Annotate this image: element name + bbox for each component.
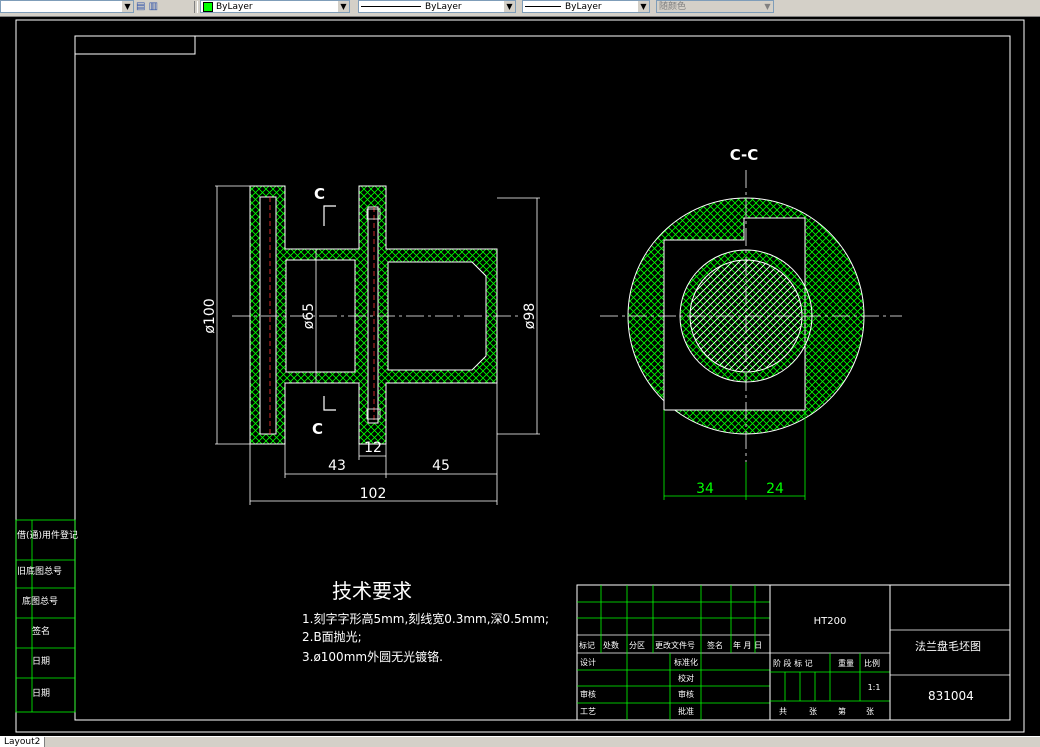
row-design: 设计 (580, 657, 596, 667)
sheet-1: 共 (779, 707, 787, 716)
dim-24: 24 (766, 481, 784, 497)
chevron-down-icon: ▼ (638, 1, 649, 12)
color-value: ByLayer (216, 2, 253, 12)
strip-label-1: 借(通)用件登记 (17, 529, 78, 541)
dim-d65: ø65 (301, 303, 317, 329)
layer-dropdown[interactable]: ▼ (0, 0, 134, 13)
chevron-down-icon: ▼ (762, 1, 773, 12)
stage-header: 阶 段 标 记 (773, 658, 813, 668)
rev-header-1: 标记 (579, 640, 595, 650)
section-cut-arrow-top (323, 205, 336, 226)
rev-header-2: 处数 (603, 640, 619, 650)
rev-header-4: 更改文件号 (655, 640, 695, 650)
plotstyle-dropdown: 随颜色 ▼ (656, 0, 774, 13)
title-block: 标记 处数 分区 更改文件号 签名 年 月 日 设计 标准化 校对 审核 审核 … (576, 584, 1011, 721)
rev-header-5: 签名 (707, 640, 723, 650)
part-name: 法兰盘毛坯图 (915, 639, 981, 653)
layout-tabs-bar: Layout2 (0, 736, 1040, 747)
technical-requirements: 技术要求 1.刻字字形高5mm,刻线宽0.3mm,深0.5mm; 2.B面抛光;… (302, 579, 549, 664)
dim-34: 34 (696, 481, 714, 497)
linetype-dropdown[interactable]: ByLayer ▼ (358, 0, 516, 13)
strip-label-2: 旧底图总号 (17, 565, 62, 577)
lineweight-sample (525, 6, 561, 7)
toolbar-separator (194, 1, 198, 13)
tech-req-item-3: 3.ø100mm外圆无光镀铬. (302, 649, 443, 664)
corner-code-box (74, 35, 196, 55)
drawing-canvas[interactable]: ø100 ø65 ø98 12 43 45 102 C C C-C 34 24 … (0, 16, 1040, 736)
row-craft: 工艺 (580, 707, 596, 716)
scale-value: 1:1 (868, 683, 881, 692)
chevron-down-icon: ▼ (122, 1, 133, 12)
section-cut-arrow-bottom (323, 396, 336, 411)
dim-d100: ø100 (202, 298, 218, 333)
front-view: ø100 ø65 ø98 12 43 45 102 C C (202, 185, 540, 505)
material: HT200 (814, 616, 847, 627)
properties-toolbar: ▼ ▤ ▥ ByLayer ▼ ByLayer ▼ ByLayer ▼ 随颜色 … (0, 0, 1040, 17)
tech-req-title: 技术要求 (332, 579, 412, 603)
dim-43: 43 (328, 458, 346, 474)
dim-45: 45 (432, 458, 450, 474)
row-audit2: 审核 (678, 689, 694, 699)
plotstyle-value: 随颜色 (659, 2, 687, 12)
tech-req-item-2: 2.B面抛光; (302, 629, 362, 644)
scale-header: 比例 (864, 658, 880, 668)
rev-header-6: 年 月 日 (733, 640, 762, 650)
strip-label-5: 日期 (32, 656, 50, 667)
row-approve: 批准 (678, 706, 694, 716)
dim-d98: ø98 (522, 303, 538, 329)
rev-header-3: 分区 (629, 641, 645, 650)
layer-states-icon[interactable]: ▥ (149, 1, 158, 12)
weight-header: 重量 (838, 658, 854, 668)
layer-previous-icon[interactable]: ▤ (136, 1, 145, 12)
linetype-value: ByLayer (425, 2, 462, 12)
chevron-down-icon: ▼ (504, 1, 515, 12)
left-record-strip: 借(通)用件登记 旧底图总号 底图总号 签名 日期 日期 (15, 519, 78, 713)
color-swatch-icon (203, 1, 213, 12)
strip-label-4: 签名 (32, 625, 50, 637)
tech-req-item-1: 1.刻字字形高5mm,刻线宽0.3mm,深0.5mm; (302, 611, 549, 626)
linetype-sample (361, 6, 421, 7)
drawing-number: 831004 (928, 689, 974, 703)
chevron-down-icon: ▼ (338, 1, 349, 12)
part-body-hatch (249, 185, 498, 445)
row-audit: 校对 (678, 673, 694, 683)
sheet-3: 第 (838, 706, 846, 716)
sheet-4: 张 (866, 707, 874, 716)
strip-label-3: 底图总号 (22, 595, 58, 607)
color-dropdown[interactable]: ByLayer ▼ (200, 0, 350, 13)
row-review: 审核 (580, 689, 596, 699)
section-title: C-C (730, 146, 759, 164)
strip-frame (15, 519, 76, 713)
dim-102: 102 (360, 486, 387, 502)
section-mark-top: C (314, 185, 325, 203)
strip-label-6: 日期 (32, 688, 50, 699)
section-mark-bottom: C (312, 420, 323, 438)
section-view: C-C 34 24 (600, 146, 902, 500)
lineweight-value: ByLayer (565, 2, 602, 12)
sheet-2: 张 (809, 707, 817, 716)
layer-tools: ▤ ▥ (136, 0, 184, 14)
lineweight-dropdown[interactable]: ByLayer ▼ (522, 0, 650, 13)
row-standardize: 标准化 (674, 657, 698, 667)
dim-12: 12 (364, 440, 382, 456)
